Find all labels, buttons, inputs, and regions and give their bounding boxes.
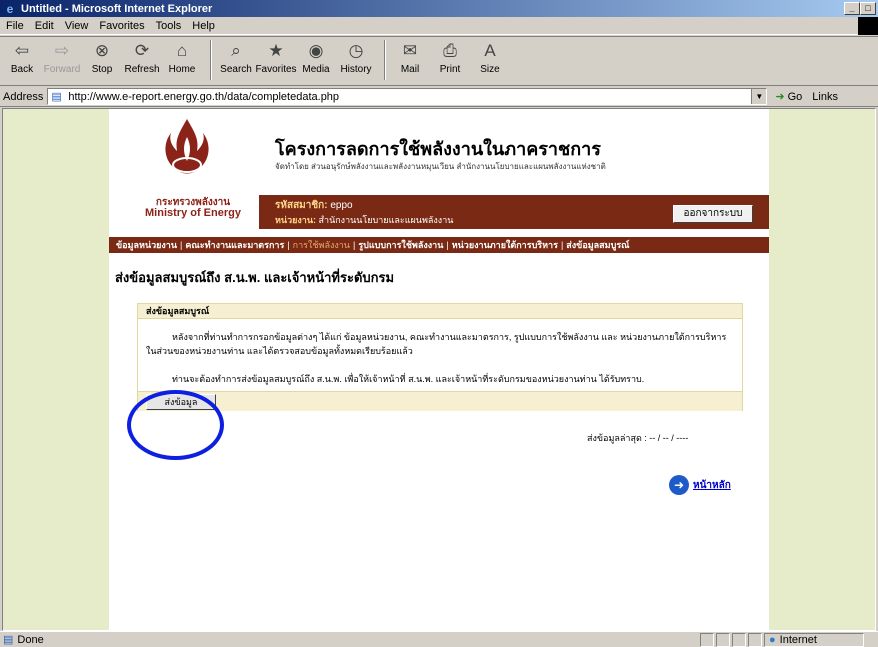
printer-icon: ⎙: [443, 41, 457, 60]
menu-favorites[interactable]: Favorites: [95, 20, 151, 32]
address-url: http://www.e-report.energy.go.th/data/co…: [68, 90, 340, 103]
home-link-text: หน้าหลัก: [693, 479, 731, 491]
page-icon: ▤: [51, 90, 62, 103]
menu-help[interactable]: Help: [188, 20, 222, 32]
menu-file[interactable]: File: [2, 20, 31, 32]
browser-viewport: โครงการลดการใช้พลังงานในภาคราชการ จัดทำโ…: [2, 108, 876, 631]
ministry-name-english: Ministry of Energy: [145, 207, 241, 219]
home-icon: ⌂: [176, 41, 188, 60]
stop-icon: ⊗: [94, 41, 110, 60]
nav-energy-use[interactable]: การใช้พลังงาน: [290, 238, 353, 252]
mail-button[interactable]: ✉ Mail: [392, 40, 428, 75]
project-title: โครงการลดการใช้พลังงานในภาคราชการ: [275, 139, 601, 160]
status-cell: [700, 632, 714, 647]
media-button[interactable]: ◉ Media: [298, 40, 334, 75]
address-dropdown-icon[interactable]: ▼: [751, 89, 767, 104]
menu-view[interactable]: View: [61, 20, 96, 32]
minimize-button[interactable]: _: [844, 2, 860, 15]
page-title: ส่งข้อมูลสมบูรณ์ถึง ส.น.พ. และเจ้าหน้าที…: [115, 270, 395, 285]
menu-tools[interactable]: Tools: [152, 20, 189, 32]
nav-send-complete-data[interactable]: ส่งข้อมูลสมบูรณ์: [563, 238, 632, 252]
window-title-bar: e Untitled - Microsoft Internet Explorer…: [0, 0, 878, 17]
web-page: โครงการลดการใช้พลังงานในภาคราชการ จัดทำโ…: [109, 109, 769, 630]
toolbar-separator: [384, 40, 386, 80]
main-nav: ข้อมูลหน่วยงาน | คณะทำงานและมาตรการ | กา…: [109, 237, 769, 253]
window-controls: _ □: [844, 2, 876, 15]
refresh-icon: ⟳: [134, 41, 150, 60]
go-button[interactable]: ➜ Go: [775, 90, 802, 104]
home-link[interactable]: ➜ หน้าหลัก: [669, 475, 731, 495]
toolbar-separator: [210, 40, 212, 80]
favorites-icon: ★: [268, 41, 284, 60]
menu-bar: File Edit View Favorites Tools Help: [0, 17, 878, 35]
member-id: รหัสสมาชิก: eppo: [275, 198, 353, 213]
home-button[interactable]: ⌂ Home: [164, 40, 200, 75]
internet-globe-icon: ●: [769, 633, 776, 646]
nav-energy-pattern[interactable]: รูปแบบการใช้พลังงาน: [355, 238, 446, 252]
windows-logo-icon: [858, 17, 878, 35]
member-id-label: รหัสสมาชิก:: [275, 200, 328, 211]
status-bar: ▤ Done ● Internet: [0, 631, 878, 647]
window-title: Untitled - Microsoft Internet Explorer: [21, 2, 213, 15]
panel-footer: ส่งข้อมูล: [138, 391, 742, 411]
highlight-circle: [127, 390, 224, 460]
ie-logo-icon: e: [6, 1, 14, 16]
stop-button[interactable]: ⊗ Stop: [84, 40, 120, 75]
size-button[interactable]: A Size: [472, 40, 508, 75]
back-arrow-icon: ➜: [669, 475, 689, 495]
text-size-icon: A: [484, 41, 496, 60]
nav-agency-info[interactable]: ข้อมูลหน่วยงาน: [113, 238, 180, 252]
member-unit-value: สำนักงานนโยบายและแผนพลังงาน: [318, 215, 454, 225]
history-icon: ◷: [348, 41, 364, 60]
go-arrow-icon: ➜: [775, 91, 785, 103]
links-button[interactable]: Links: [812, 91, 838, 103]
member-unit-label: หน่วยงาน:: [275, 215, 317, 225]
page-done-icon: ▤: [3, 634, 14, 646]
nav-sub-agencies[interactable]: หน่วยงานภายใต้การบริหาร: [449, 238, 561, 252]
refresh-button[interactable]: ⟳ Refresh: [124, 40, 160, 75]
forward-button[interactable]: ⇨ Forward: [44, 40, 81, 75]
panel-description-2: ท่านจะต้องทำการส่งข้อมูลสมบูรณ์ถึง ส.น.พ…: [172, 374, 645, 384]
search-icon: ⌕: [231, 41, 241, 60]
ministry-flame-logo-icon: [165, 119, 209, 174]
toolbar: ⇦ Back ⇨ Forward ⊗ Stop ⟳ Refresh ⌂ Home…: [0, 36, 878, 86]
security-zone: ● Internet: [764, 632, 864, 647]
address-bar: Address ▤ http://www.e-report.energy.go.…: [0, 87, 878, 107]
print-button[interactable]: ⎙ Print: [432, 40, 468, 75]
address-input[interactable]: ▤ http://www.e-report.energy.go.th/data/…: [47, 88, 768, 105]
address-label: Address: [3, 90, 44, 103]
back-button[interactable]: ⇦ Back: [4, 40, 40, 75]
maximize-button[interactable]: □: [860, 2, 876, 15]
status-cell: [748, 632, 762, 647]
last-sent-date: ส่งข้อมูลล่าสุด : -- / -- / ----: [587, 433, 689, 443]
site-header: โครงการลดการใช้พลังงานในภาคราชการ จัดทำโ…: [109, 109, 769, 205]
forward-arrow-icon: ⇨: [54, 41, 70, 60]
media-icon: ◉: [308, 41, 324, 60]
panel-description-1: หลังจากที่ท่านทำการกรอกข้อมูลต่างๆ ได้แก…: [146, 332, 727, 356]
logout-button[interactable]: ออกจากระบบ: [673, 205, 753, 223]
search-button[interactable]: ⌕ Search: [218, 40, 254, 75]
favorites-button[interactable]: ★ Favorites: [255, 40, 296, 75]
back-arrow-icon: ⇦: [14, 41, 30, 60]
panel-title: ส่งข้อมูลสมบูรณ์: [138, 304, 742, 319]
member-unit: หน่วยงาน: สำนักงานนโยบายและแผนพลังงาน: [275, 213, 453, 227]
status-cell: [716, 632, 730, 647]
send-data-panel: ส่งข้อมูลสมบูรณ์ หลังจากที่ท่านทำการกรอก…: [137, 303, 743, 411]
menu-edit[interactable]: Edit: [31, 20, 61, 32]
project-subtitle: จัดทำโดย ส่วนอนุรักษ์พลังงานและพลังงานหม…: [275, 162, 606, 171]
nav-working-group[interactable]: คณะทำงานและมาตรการ: [182, 238, 287, 252]
member-id-value: eppo: [330, 200, 353, 211]
mail-icon: ✉: [402, 41, 418, 60]
history-button[interactable]: ◷ History: [338, 40, 374, 75]
status-text: ▤ Done: [3, 633, 44, 647]
status-cell: [732, 632, 746, 647]
